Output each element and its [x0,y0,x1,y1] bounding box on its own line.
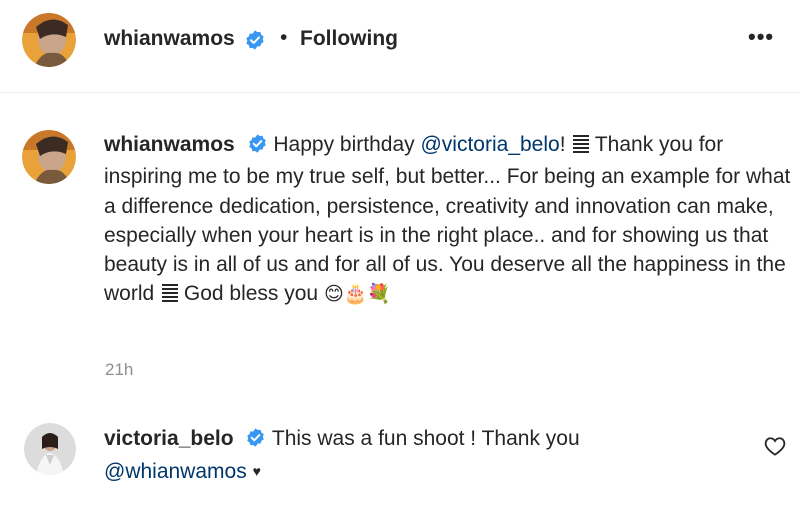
lines-glyph-icon [573,133,590,162]
author-avatar[interactable] [22,13,76,67]
post-timestamp[interactable]: 21h [105,360,133,380]
commenter-username[interactable]: victoria_belo [104,427,234,450]
caption-text-punct: ! [559,133,572,156]
following-button[interactable]: Following [300,27,398,51]
separator-dot: • [280,26,288,49]
comment: victoria_belo This was a fun shoot ! Tha… [104,424,744,486]
caption-mention-link[interactable]: @victoria_belo [420,133,559,156]
like-comment-heart-icon[interactable] [764,436,786,461]
caption-emojis: 😊🎂💐 [323,283,392,306]
caption-avatar[interactable] [22,130,76,184]
verified-badge-icon [244,29,266,56]
verified-badge-icon [245,427,266,457]
caption-username[interactable]: whianwamos [104,133,235,156]
lines-glyph-icon [162,282,179,311]
comment-text: This was a fun shoot ! Thank you [271,427,580,450]
post-header: whianwamos • Following ••• [0,0,800,93]
commenter-avatar[interactable] [24,423,76,475]
caption-text-closing: God bless you [178,282,324,306]
caption-text-body: Thank you for inspiring me to be my true… [104,133,791,306]
comment-mention-link[interactable]: @whianwamos [104,460,247,483]
caption-text-intro: Happy birthday [273,133,421,156]
verified-badge-icon [247,133,268,162]
heart-emoji: ♥ [252,462,261,479]
post-caption: whianwamos Happy birthday @victoria_belo… [104,130,794,312]
more-options-icon[interactable]: ••• [748,24,774,50]
author-username[interactable]: whianwamos [104,27,235,51]
